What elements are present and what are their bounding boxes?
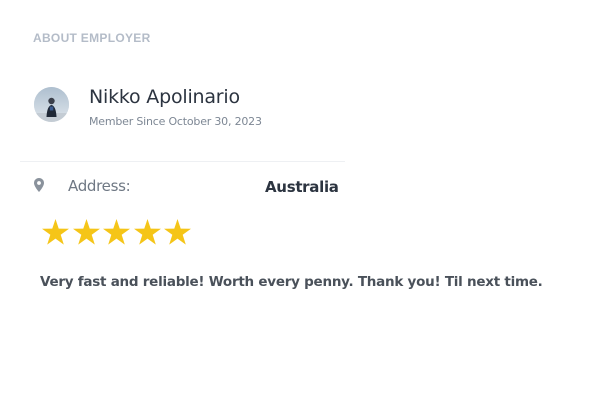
star-icon <box>72 216 104 248</box>
address-label: Address: <box>68 177 131 195</box>
avatar-image <box>34 87 69 122</box>
star-rating <box>42 216 195 248</box>
star-icon <box>133 216 165 248</box>
section-title: ABOUT EMPLOYER <box>33 31 151 45</box>
member-since-text: Member Since October 30, 2023 <box>89 115 262 128</box>
avatar <box>34 87 69 122</box>
map-pin-icon <box>34 178 44 192</box>
about-employer-card: ABOUT EMPLOYER Nikko Apolinario Member S… <box>0 0 600 400</box>
star-icon <box>42 216 73 248</box>
address-value: Australia <box>265 178 339 196</box>
employer-name: Nikko Apolinario <box>89 86 240 108</box>
star-icon <box>164 216 195 248</box>
star-icon <box>103 216 134 248</box>
divider <box>20 161 345 162</box>
review-text: Very fast and reliable! Worth every penn… <box>40 274 543 290</box>
